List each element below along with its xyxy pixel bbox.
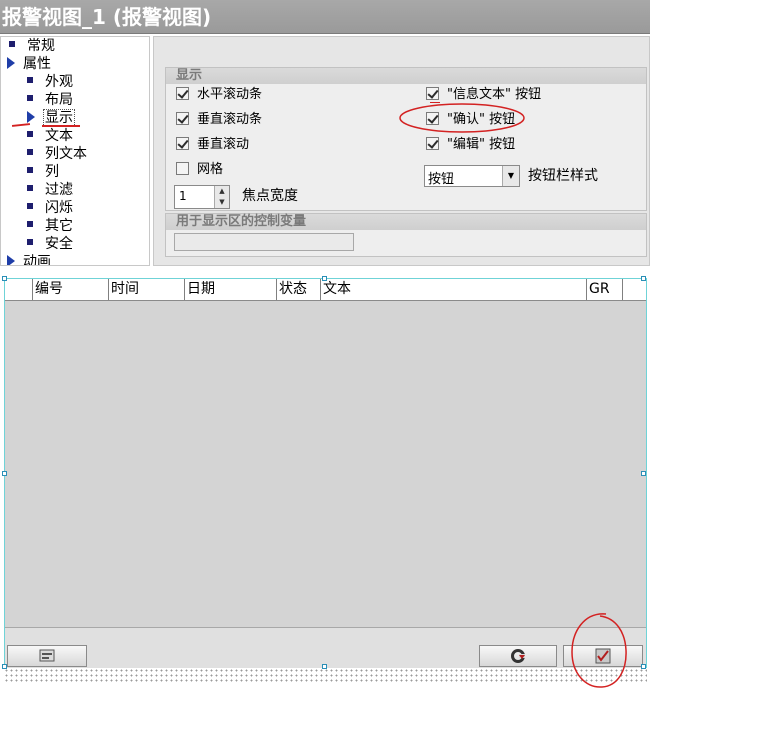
tree-item-properties[interactable]: 属性 xyxy=(7,55,51,73)
loop-in-alarm-button[interactable] xyxy=(479,645,557,667)
control-variable-field[interactable] xyxy=(174,233,354,251)
column-header-time[interactable]: 时间 xyxy=(109,279,185,300)
tree-item-other[interactable]: 其它 xyxy=(27,217,73,235)
alarm-list-area[interactable] xyxy=(5,301,646,626)
property-tree: 常规 属性 外观 布局 显示 文本 列文本 列 过滤 闪烁 其它 安全 动画 xyxy=(0,36,150,266)
window-title: 报警视图_1 (报警视图) xyxy=(0,0,650,34)
annotation-ellipse xyxy=(399,103,525,133)
square-bullet-icon xyxy=(27,167,33,173)
vscroll-checkbox[interactable] xyxy=(176,112,189,125)
expand-arrow-icon xyxy=(7,255,15,265)
square-bullet-icon xyxy=(27,221,33,227)
alarm-button-bar xyxy=(5,627,646,668)
display-group-title: 显示 xyxy=(166,68,646,84)
focus-width-label: 焦点宽度 xyxy=(242,188,298,204)
annotation-tick xyxy=(430,102,440,103)
resize-handle[interactable] xyxy=(2,276,7,281)
edit-button-checkbox[interactable] xyxy=(426,137,439,150)
square-bullet-icon xyxy=(27,95,33,101)
tree-item-animation[interactable]: 动画 xyxy=(7,253,51,265)
design-grid xyxy=(4,668,647,682)
control-variable-title: 用于显示区的控制变量 xyxy=(166,214,646,230)
grid-checkbox[interactable] xyxy=(176,162,189,175)
alarm-table-header: 编号 时间 日期 状态 文本 GR xyxy=(5,279,646,301)
hscroll-checkbox[interactable] xyxy=(176,87,189,100)
column-header-number[interactable]: 编号 xyxy=(33,279,109,300)
resize-handle[interactable] xyxy=(322,276,327,281)
info-text-icon xyxy=(39,649,55,662)
expand-arrow-icon xyxy=(7,57,15,69)
spin-up-icon[interactable]: ▲ xyxy=(215,186,229,197)
column-header-gr[interactable]: GR xyxy=(587,279,623,300)
square-bullet-icon xyxy=(27,203,33,209)
square-bullet-icon xyxy=(27,77,33,83)
properties-pane: 显示 水平滚动条 垂直滚动条 垂直滚动 网格 1 ▲ ▼ 焦点宽度 "信息文本"… xyxy=(153,36,650,266)
tree-item-columns[interactable]: 列 xyxy=(27,163,59,181)
vscroll-option[interactable]: 垂直滚动条 xyxy=(176,111,262,129)
tree-item-column-text[interactable]: 列文本 xyxy=(27,145,87,163)
tree-item-text[interactable]: 文本 xyxy=(27,127,73,145)
button-bar-style-select[interactable]: 按钮 ▼ xyxy=(424,165,520,187)
vertical-scroll-checkbox[interactable] xyxy=(176,137,189,150)
column-header-date[interactable]: 日期 xyxy=(185,279,277,300)
chevron-down-icon[interactable]: ▼ xyxy=(502,166,519,186)
spin-down-icon[interactable]: ▼ xyxy=(215,197,229,208)
vertical-scroll-option[interactable]: 垂直滚动 xyxy=(176,136,249,154)
annotation-circle xyxy=(571,613,627,688)
focus-width-stepper[interactable]: 1 ▲ ▼ xyxy=(174,185,230,209)
alarm-view[interactable]: 编号 时间 日期 状态 文本 GR xyxy=(2,276,647,669)
square-bullet-icon xyxy=(27,239,33,245)
tree-item-general[interactable]: 常规 xyxy=(9,37,55,55)
square-bullet-icon xyxy=(27,149,33,155)
tree-item-filter[interactable]: 过滤 xyxy=(27,181,73,199)
tree-item-appearance[interactable]: 外观 xyxy=(27,73,73,91)
edit-button-option[interactable]: "编辑" 按钮 xyxy=(426,136,515,154)
control-variable-group: 用于显示区的控制变量 xyxy=(165,213,647,257)
loop-in-alarm-icon xyxy=(511,649,525,663)
expand-arrow-icon xyxy=(27,111,35,123)
button-bar-style-label: 按钮栏样式 xyxy=(528,168,598,184)
tree-item-flashing[interactable]: 闪烁 xyxy=(27,199,73,217)
info-text-button-checkbox[interactable] xyxy=(426,87,439,100)
annotation-underline xyxy=(42,125,80,127)
square-bullet-icon xyxy=(27,185,33,191)
column-header-text[interactable]: 文本 xyxy=(321,279,587,300)
info-text-button[interactable] xyxy=(7,645,87,667)
resize-handle[interactable] xyxy=(641,276,646,281)
focus-width-value: 1 xyxy=(179,189,187,203)
column-header-status[interactable]: 状态 xyxy=(277,279,321,300)
column-header-blank[interactable] xyxy=(5,279,33,300)
hscroll-option[interactable]: 水平滚动条 xyxy=(176,86,262,104)
square-bullet-icon xyxy=(9,41,15,47)
grid-option[interactable]: 网格 xyxy=(176,161,223,179)
resize-handle[interactable] xyxy=(641,471,646,476)
square-bullet-icon xyxy=(27,131,33,137)
display-group: 显示 水平滚动条 垂直滚动条 垂直滚动 网格 1 ▲ ▼ 焦点宽度 "信息文本"… xyxy=(165,67,647,211)
resize-handle[interactable] xyxy=(2,471,7,476)
tree-item-security[interactable]: 安全 xyxy=(27,235,73,253)
tree-item-layout[interactable]: 布局 xyxy=(27,91,73,109)
